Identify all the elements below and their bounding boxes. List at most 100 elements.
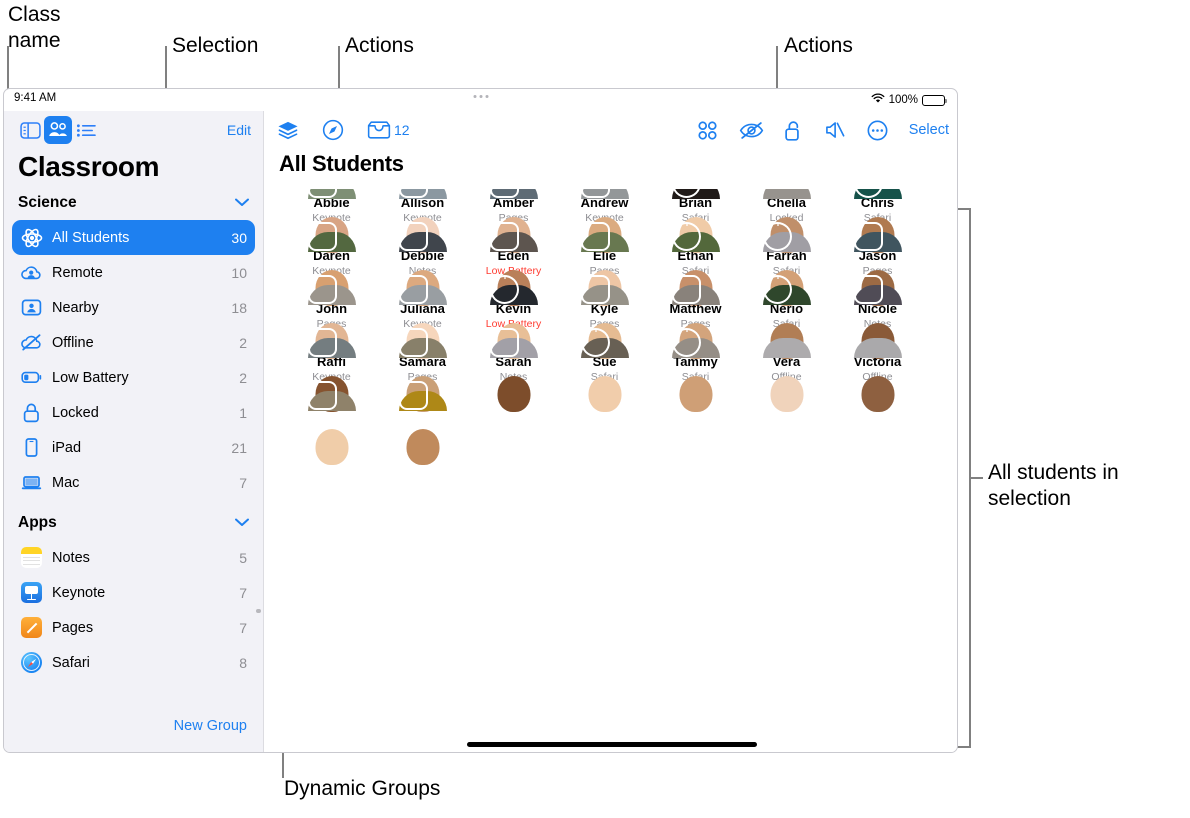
student-tile[interactable]: AmberPages	[468, 189, 559, 253]
sidebar-item-low-battery[interactable]: Low Battery 2	[12, 360, 255, 395]
keynote-app-badge-icon	[583, 189, 608, 196]
chevron-down-icon[interactable]	[235, 514, 249, 532]
ipad-window: 9:41 AM 100% Edit Classroom Science All …	[3, 88, 958, 753]
student-tile[interactable]: VictoriaOffline	[832, 337, 923, 412]
notes-app-icon	[20, 546, 43, 569]
student-tile[interactable]: AndrewKeynote	[559, 189, 650, 253]
bracket-selection-right-top	[957, 208, 971, 210]
sidebar-app-label: Safari	[52, 654, 90, 671]
student-tile[interactable]	[286, 390, 377, 465]
sidebar-app-count: 5	[239, 549, 247, 566]
multitasking-handle[interactable]	[473, 95, 488, 98]
sidebar-item-mac[interactable]: Mac 7	[12, 465, 255, 500]
status-time: 9:41 AM	[14, 92, 57, 104]
keynote-app-badge-icon	[310, 330, 335, 355]
student-tile[interactable]: SarahNotes	[468, 337, 559, 412]
student-tile[interactable]: JasonPages	[832, 231, 923, 306]
notes-app-badge-icon	[310, 383, 335, 408]
sidebar-item-remote[interactable]: Remote 10	[12, 255, 255, 290]
student-tile[interactable]: ChellaLocked	[741, 189, 832, 253]
student-tile[interactable]: Eden Low Battery	[468, 231, 559, 306]
mute-button[interactable]	[825, 120, 846, 140]
chevron-down-icon[interactable]	[235, 194, 249, 212]
sidebar-app-label: Notes	[52, 549, 90, 566]
student-tile[interactable]: JohnPages	[286, 284, 377, 359]
sidebar-item-all-students[interactable]: All Students 30	[12, 220, 255, 255]
list-view-button[interactable]	[72, 116, 100, 144]
student-tile[interactable]: EliePages	[559, 231, 650, 306]
sidebar-layout-button[interactable]	[16, 116, 44, 144]
sidebar-app-count: 7	[239, 584, 247, 601]
sidebar-item-count: 2	[239, 334, 247, 351]
safari-app-badge-icon	[492, 276, 517, 302]
keynote-app-badge-icon	[310, 189, 335, 196]
student-tile[interactable]: RaffiKeynote	[286, 337, 377, 412]
edit-button[interactable]: Edit	[227, 122, 251, 138]
student-tile[interactable]: TammySafari	[650, 329, 741, 412]
sidebar-app-pages[interactable]: Pages 7	[12, 610, 255, 645]
student-tile[interactable]: AbbieKeynote	[286, 189, 377, 253]
student-tile[interactable]: AllisonKeynote	[377, 189, 468, 253]
student-tile[interactable]: NicoleNotes	[832, 284, 923, 359]
screen-view-button[interactable]	[697, 120, 718, 141]
bracket-selection-right-bottom	[957, 746, 971, 748]
sidebar-app-count: 7	[239, 619, 247, 636]
select-button[interactable]: Select	[909, 122, 949, 138]
navigate-button[interactable]	[322, 119, 344, 141]
page-title: Classroom	[18, 151, 160, 182]
notes-app-badge-icon	[856, 277, 881, 302]
selection-title: All Students	[279, 151, 404, 176]
sidebar-item-count: 1	[239, 404, 247, 421]
apps-section-header[interactable]: Apps	[4, 500, 263, 540]
cloud-person-icon	[20, 261, 43, 284]
sidebar-item-label: Low Battery	[52, 369, 129, 386]
student-tile[interactable]: NerioSafari	[741, 276, 832, 359]
student-tile[interactable]: Kevin Low Battery	[468, 276, 559, 359]
class-name-label: Science	[18, 194, 77, 211]
sidebar-app-keynote[interactable]: Keynote 7	[12, 575, 255, 610]
sidebar-item-count: 21	[231, 439, 247, 456]
sidebar-toolbar: Edit	[4, 111, 263, 149]
class-section-header[interactable]: Science	[4, 191, 263, 220]
new-group-button[interactable]: New Group	[174, 718, 247, 734]
pages-app-badge-icon	[583, 277, 608, 302]
student-tile[interactable]	[377, 390, 468, 465]
main-toolbar-actions: Select	[697, 120, 949, 141]
student-tile[interactable]: JulianaKeynote	[377, 284, 468, 359]
notes-app-badge-icon	[401, 224, 426, 249]
student-tile[interactable]: VeraOffline	[741, 337, 832, 412]
sidebar-item-offline[interactable]: Offline 2	[12, 325, 255, 360]
sidebar: Edit Classroom Science All Students 30 Rem…	[4, 111, 264, 752]
student-tile[interactable]: MatthewPages	[650, 284, 741, 359]
hide-screen-button[interactable]	[739, 121, 764, 140]
sidebar-app-safari[interactable]: Safari 8	[12, 645, 255, 680]
student-tile[interactable]: EthanSafari	[650, 223, 741, 306]
student-tile[interactable]: KylePages	[559, 284, 650, 359]
sidebar-item-ipad[interactable]: iPad 21	[12, 430, 255, 465]
student-tile[interactable]: DarenKeynote	[286, 231, 377, 306]
more-actions-button[interactable]	[867, 120, 888, 141]
leader-selection-right-tick	[969, 477, 983, 479]
student-tile[interactable]: ChrisSafari	[832, 189, 923, 253]
student-tile[interactable]: FarrahSafari	[741, 223, 832, 306]
airdrop-inbox-button[interactable]: 12	[367, 120, 410, 140]
sidebar-item-locked[interactable]: Locked 1	[12, 395, 255, 430]
student-tile[interactable]: SamaraPages	[377, 337, 468, 412]
sidebar-app-notes[interactable]: Notes 5	[12, 540, 255, 575]
student-tile[interactable]: BrianSafari	[650, 189, 741, 253]
safari-app-icon	[20, 651, 43, 674]
sidebar-item-label: All Students	[52, 229, 130, 246]
pages-app-badge-icon	[492, 189, 517, 196]
annotation-actions-left: Actions	[345, 34, 414, 57]
keynote-app-badge-icon	[401, 383, 426, 408]
sidebar-item-nearby[interactable]: Nearby 18	[12, 290, 255, 325]
sidebar-scrollbar[interactable]	[256, 609, 261, 613]
sidebar-item-count: 7	[239, 474, 247, 491]
pages-app-badge-icon	[310, 277, 335, 302]
students-grid: AbbieKeynoteAllisonKeynoteAmberPagesAndr…	[265, 189, 957, 752]
student-tile[interactable]: DebbieNotes	[377, 231, 468, 306]
students-view-button[interactable]	[44, 116, 72, 144]
open-app-button[interactable]	[277, 120, 299, 140]
student-tile[interactable]: SueSafari	[559, 329, 650, 412]
lock-button[interactable]	[784, 120, 804, 141]
